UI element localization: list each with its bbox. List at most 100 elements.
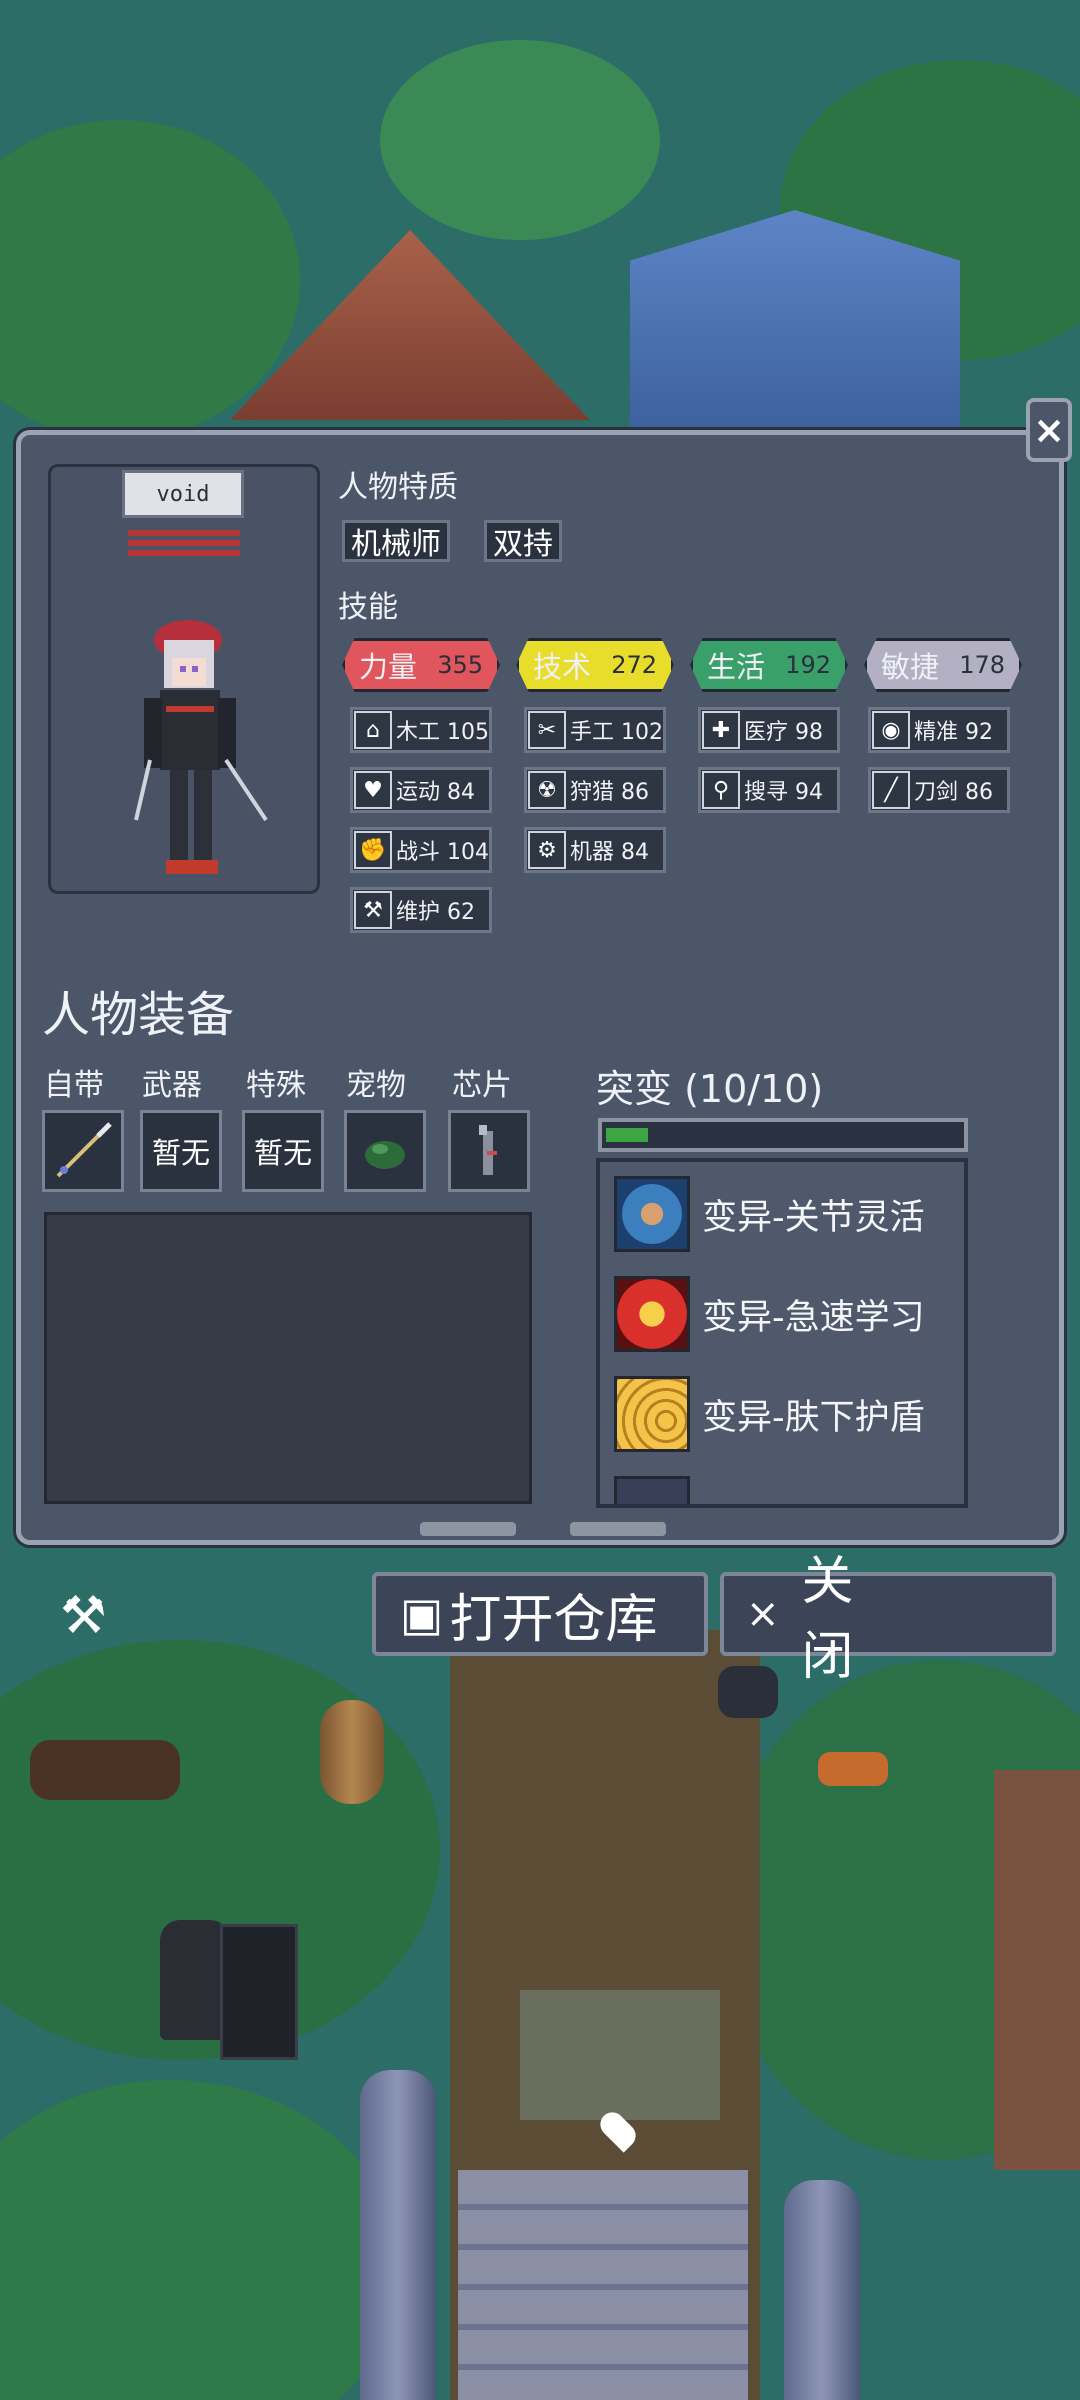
- health-bar: [128, 530, 240, 556]
- radiation-icon: ☢: [528, 771, 566, 809]
- page-indicator[interactable]: [420, 1522, 516, 1536]
- scissors-icon: ✂: [528, 711, 566, 749]
- skill-label: 木工 105: [396, 720, 489, 745]
- mutation-icon: [614, 1476, 690, 1504]
- stone-stairs: [458, 2170, 748, 2400]
- cat-npc[interactable]: [718, 1666, 778, 1718]
- mutation-item[interactable]: 变异-肤下护盾: [614, 1374, 964, 1454]
- eye-icon: ◉: [872, 711, 910, 749]
- equipment-detail-box: [44, 1212, 532, 1504]
- fast-learning-icon: [614, 1276, 690, 1352]
- joint-flex-icon: [614, 1176, 690, 1252]
- skill-carpentry[interactable]: ⌂ 木工 105: [350, 707, 492, 753]
- pet-blob-icon: [365, 1141, 405, 1169]
- stat-value: 272: [611, 651, 657, 679]
- slot-weapon[interactable]: 暂无: [140, 1110, 222, 1192]
- heart-icon: ♥: [354, 771, 392, 809]
- fox-npc[interactable]: [818, 1752, 888, 1786]
- traits-title: 人物特质: [338, 470, 458, 505]
- stone-floor: [520, 1990, 720, 2120]
- skill-label: 手工 102: [570, 720, 663, 745]
- slot-innate[interactable]: [42, 1110, 124, 1192]
- stone-pillar: [784, 2180, 860, 2400]
- medkit-icon: ✚: [702, 711, 740, 749]
- blade-icon: ╱: [872, 771, 910, 809]
- stone-pillar: [360, 2070, 436, 2400]
- stat-label: 力量: [359, 650, 418, 684]
- skill-label: 机器 84: [570, 840, 649, 865]
- skin-shield-icon: [614, 1376, 690, 1452]
- skill-label: 维护 62: [396, 900, 475, 925]
- mutation-title: 突变 (10/10): [596, 1067, 824, 1111]
- stat-label: 敏捷: [881, 650, 940, 684]
- storage-box-icon: ▣: [400, 1587, 444, 1641]
- dog-npc[interactable]: [30, 1740, 180, 1800]
- mutation-progress-fill: [606, 1128, 649, 1142]
- spear-icon: [56, 1122, 112, 1178]
- skill-blades[interactable]: ╱ 刀剑 86: [868, 767, 1010, 813]
- page-indicator[interactable]: [570, 1522, 666, 1536]
- mutation-label: 变异-肤下护盾: [702, 1397, 925, 1438]
- skill-combat[interactable]: ✊ 战斗 104: [350, 827, 492, 873]
- close-label: 关 闭: [801, 1552, 986, 1687]
- skill-label: 刀剑 86: [914, 780, 993, 805]
- skill-label: 狩猎 86: [570, 780, 649, 805]
- skill-label: 搜寻 94: [744, 780, 823, 805]
- open-storage-button[interactable]: ▣ 打开仓库: [372, 1572, 708, 1656]
- skill-machinery[interactable]: ⚙ 机器 84: [524, 827, 666, 873]
- slot-label-pet: 宠物: [346, 1068, 406, 1103]
- stat-strength[interactable]: 力量 355: [342, 638, 500, 692]
- skill-label: 战斗 104: [396, 840, 489, 865]
- barrel: [320, 1700, 384, 1804]
- mutation-label: 变异-急速学习: [702, 1297, 925, 1338]
- stat-value: 355: [437, 651, 483, 679]
- wrench-icon: ⚒: [354, 891, 392, 929]
- skill-searching[interactable]: ⚲ 搜寻 94: [698, 767, 840, 813]
- slot-label-weapon: 武器: [142, 1068, 202, 1103]
- chip-figure-icon: [479, 1125, 497, 1175]
- stat-value: 192: [785, 651, 831, 679]
- close-icon[interactable]: ×: [1026, 398, 1072, 462]
- magnifier-icon: ⚲: [702, 771, 740, 809]
- mutation-item[interactable]: 变异-急速学习: [614, 1274, 964, 1354]
- character-name: void: [122, 470, 244, 518]
- close-button[interactable]: × 关 闭: [720, 1552, 1056, 1687]
- skill-label: 医疗 98: [744, 720, 823, 745]
- house-icon: ⌂: [354, 711, 392, 749]
- skill-label: 运动 84: [396, 780, 475, 805]
- fist-icon: ✊: [354, 831, 392, 869]
- mutation-progress-bar: [598, 1118, 968, 1152]
- skill-hunting[interactable]: ☢ 狩猎 86: [524, 767, 666, 813]
- skill-maintenance[interactable]: ⚒ 维护 62: [350, 887, 492, 933]
- skill-precision[interactable]: ◉ 精准 92: [868, 707, 1010, 753]
- stat-label: 生活: [707, 650, 766, 684]
- slot-label-chip: 芯片: [452, 1068, 512, 1103]
- trait-chip[interactable]: 机械师: [342, 520, 450, 562]
- stat-technique[interactable]: 技术 272: [516, 638, 674, 692]
- close-icon: ×: [746, 1591, 780, 1637]
- stat-life[interactable]: 生活 192: [690, 638, 848, 692]
- mutation-item-partial[interactable]: [614, 1474, 964, 1504]
- trait-chip[interactable]: 双持: [484, 520, 562, 562]
- slot-label-special: 特殊: [246, 1068, 306, 1103]
- slot-chip[interactable]: [448, 1110, 530, 1192]
- mutation-label: 变异-关节灵活: [702, 1197, 925, 1238]
- stat-agility[interactable]: 敏捷 178: [864, 638, 1022, 692]
- farm-plot: [994, 1770, 1080, 2170]
- shield-prop: [220, 1924, 298, 2060]
- skill-medical[interactable]: ✚ 医疗 98: [698, 707, 840, 753]
- slot-label-innate: 自带: [44, 1068, 104, 1103]
- mutation-list[interactable]: 变异-关节灵活 变异-急速学习 变异-肤下护盾: [596, 1158, 968, 1508]
- skill-crafting[interactable]: ✂ 手工 102: [524, 707, 666, 753]
- stat-label: 技术: [533, 650, 592, 684]
- equipment-title: 人物装备: [42, 987, 235, 1043]
- stat-value: 178: [959, 651, 1005, 679]
- character-sprite: [134, 620, 268, 874]
- mutation-item[interactable]: 变异-关节灵活: [614, 1174, 964, 1254]
- tools-icon[interactable]: ⚒: [60, 1586, 107, 1646]
- skill-athletics[interactable]: ♥ 运动 84: [350, 767, 492, 813]
- slot-special[interactable]: 暂无: [242, 1110, 324, 1192]
- open-storage-label: 打开仓库: [449, 1589, 658, 1650]
- slot-pet[interactable]: [344, 1110, 426, 1192]
- skills-title: 技能: [338, 590, 398, 625]
